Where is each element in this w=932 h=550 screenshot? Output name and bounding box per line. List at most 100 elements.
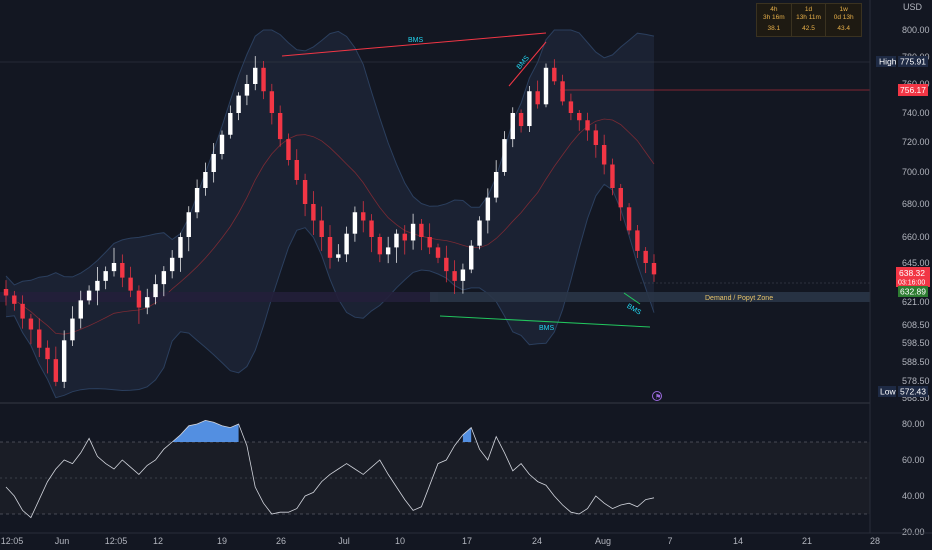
- mtf-tf: 4h: [770, 6, 778, 13]
- high-tag-label: High: [879, 57, 897, 67]
- rsi-tick-label: 40.00: [902, 491, 925, 501]
- candle-body: [3, 289, 9, 296]
- high-tag: High 775.91: [876, 56, 928, 67]
- candle-body: [618, 188, 623, 208]
- candle-body: [261, 67, 266, 92]
- candle-body: [111, 263, 117, 272]
- mtf-rsi-table: 4h 3h 16m 38.1 1d 13h 11m 42.5 1w 0d 13h…: [756, 3, 862, 37]
- rsi-tick-label: 60.00: [902, 455, 925, 465]
- bms-bottom-label: BMS: [539, 325, 555, 332]
- mtf-tf: 1w: [839, 6, 848, 13]
- candle-body: [444, 257, 449, 272]
- time-tick-label: Jun: [55, 536, 70, 546]
- price-tick-label: 800.00: [902, 25, 930, 35]
- support-tag: 632.89: [898, 286, 928, 297]
- candle-body: [194, 188, 200, 213]
- time-tick-label: 12:05: [105, 536, 128, 546]
- support-tag-value: 632.89: [900, 287, 926, 297]
- candle-body: [311, 204, 316, 221]
- time-tick-label: 21: [802, 536, 812, 546]
- mtf-cell-1w: 1w 0d 13h 43.4: [826, 4, 861, 36]
- candle-body: [12, 295, 17, 304]
- price-tick-label: 588.50: [902, 357, 930, 367]
- low-tag: Low 572.43: [878, 386, 928, 397]
- candle-body: [286, 139, 291, 160]
- time-tick-label: 14: [733, 536, 743, 546]
- candle-body: [86, 290, 92, 301]
- price-tick-label: 608.50: [902, 320, 930, 330]
- time-tick-label: 12: [153, 536, 163, 546]
- candle-body: [136, 290, 142, 308]
- time-tick-label: 10: [395, 536, 405, 546]
- candle-body: [153, 284, 158, 298]
- candle-body: [169, 257, 175, 272]
- mtf-tf: 1d: [804, 6, 813, 13]
- resistance-tag: 756.17: [898, 84, 928, 96]
- candle-body: [377, 237, 383, 255]
- candle-body: [502, 139, 507, 172]
- resistance-tag-value: 756.17: [900, 85, 926, 95]
- time-tick-label: 12:05: [1, 536, 24, 546]
- candle-body: [452, 271, 457, 281]
- event-flag-glyph: ⚑: [655, 393, 661, 401]
- candle-body: [577, 113, 582, 121]
- low-tag-value: 572.43: [900, 387, 926, 397]
- current-price-tag: 638.32 03:16:00: [896, 267, 930, 287]
- candle-body: [327, 237, 333, 258]
- candle-body: [336, 254, 341, 258]
- mtf-cell-1d: 1d 13h 11m 42.5: [792, 4, 827, 36]
- time-tick-label: 7: [667, 536, 672, 546]
- candle-body: [53, 359, 59, 382]
- price-tick-label: 645.00: [902, 258, 930, 268]
- time-tick-label: Jul: [338, 536, 350, 546]
- candle-body: [585, 120, 590, 131]
- mtf-cell-4h: 4h 3h 16m 38.1: [757, 4, 792, 36]
- countdown-value: 03:16:00: [898, 280, 925, 287]
- price-tick-label: 700.00: [902, 167, 930, 177]
- candle-body: [103, 271, 108, 281]
- time-tick-label: 24: [532, 536, 542, 546]
- candle-body: [78, 300, 83, 319]
- candle-body: [20, 303, 25, 319]
- candle-body: [253, 67, 258, 84]
- candle-body: [45, 347, 50, 360]
- candle-body: [493, 172, 499, 198]
- purple-zone: [0, 292, 438, 302]
- mtf-remaining: 0d 13h: [833, 13, 854, 21]
- candle-body: [527, 91, 532, 127]
- candle-body: [145, 297, 150, 308]
- candle-body: [385, 247, 391, 255]
- candle-body: [626, 207, 632, 231]
- demand-zone: [430, 292, 870, 302]
- mtf-rsi: 43.4: [837, 25, 850, 32]
- candle-body: [228, 113, 233, 135]
- candle-body: [294, 160, 299, 180]
- candle-body: [369, 220, 374, 237]
- candle-body: [186, 212, 191, 237]
- candle-body: [236, 95, 241, 113]
- candle-body: [352, 212, 358, 234]
- candle-body: [610, 164, 615, 188]
- candle-body: [535, 91, 540, 105]
- candle-body: [219, 134, 225, 154]
- candle-body: [244, 84, 250, 96]
- current-price-value: 638.32: [899, 268, 925, 278]
- candle-body: [635, 230, 640, 251]
- candle-body: [211, 154, 216, 172]
- candle-body: [552, 67, 557, 82]
- candle-body: [120, 263, 125, 278]
- zone-label: Demand / Popyt Zone: [705, 295, 773, 302]
- candle-body: [269, 91, 275, 113]
- candle-body: [28, 318, 34, 330]
- candle-body: [344, 233, 349, 255]
- candle-body: [394, 233, 399, 248]
- trading-chart[interactable]: Demand / Popyt Zone BMS BMS BMS BMS ⚑ US…: [0, 0, 932, 550]
- candle-body: [161, 271, 167, 285]
- candle-body: [427, 237, 432, 248]
- candle-body: [70, 318, 75, 341]
- price-tick-label: 680.00: [902, 199, 930, 209]
- candle-body: [410, 223, 416, 241]
- candle-body: [37, 329, 42, 348]
- candle-body: [128, 277, 133, 291]
- rsi-tick-label: 20.00: [902, 527, 925, 537]
